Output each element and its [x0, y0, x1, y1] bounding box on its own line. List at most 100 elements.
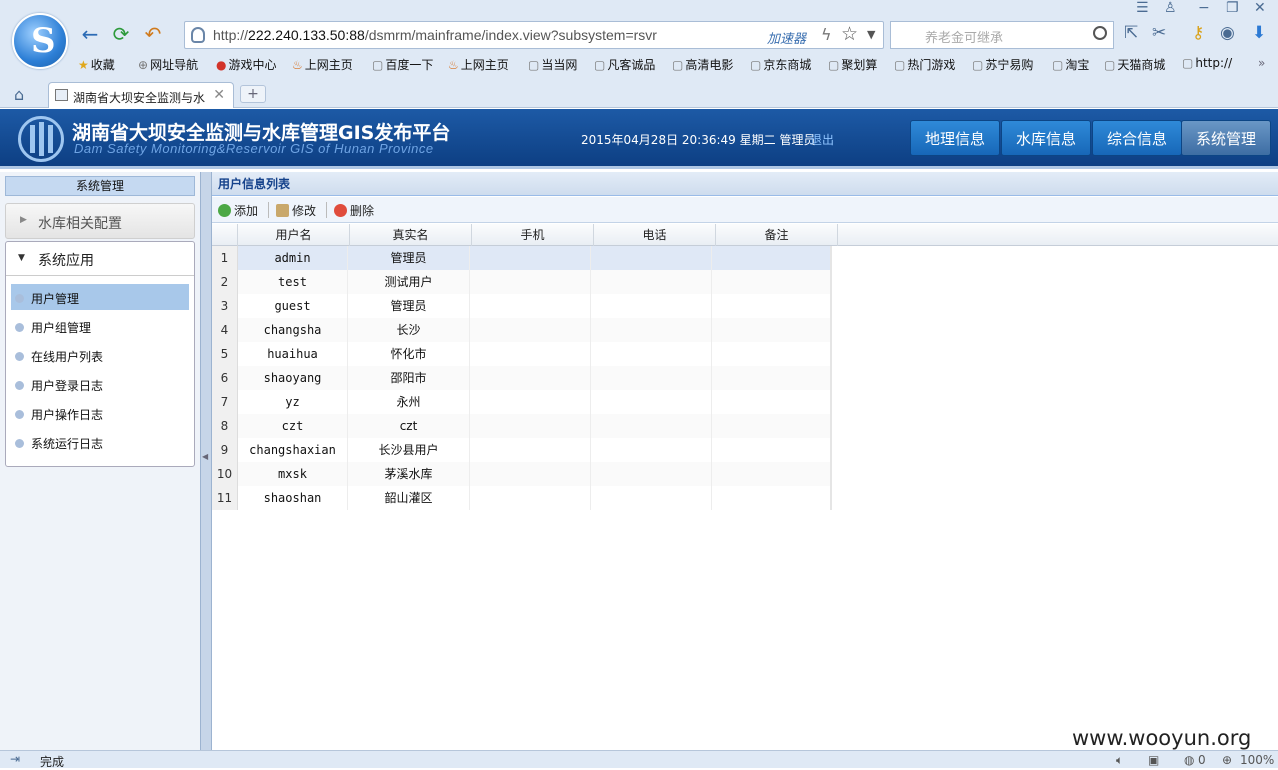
- nav-geo-info[interactable]: 地理信息: [910, 120, 1000, 156]
- bookmark-item[interactable]: ● 游戏中心: [216, 56, 277, 73]
- table-cell: guest: [238, 294, 348, 318]
- table-cell: [591, 390, 712, 414]
- table-row[interactable]: 5 huaihua 怀化市: [212, 342, 831, 366]
- zoom-icon[interactable]: ⊕: [1222, 753, 1232, 767]
- table-row[interactable]: 3 guest 管理员: [212, 294, 831, 318]
- browser-tab[interactable]: 湖南省大坝安全监测与水 ✕: [48, 82, 234, 108]
- table-cell: [712, 438, 831, 462]
- network-icon[interactable]: ▣: [1148, 753, 1159, 767]
- bookmark-item[interactable]: ▢ 天猫商城: [1104, 56, 1165, 73]
- skin-icon[interactable]: ♙: [1164, 0, 1177, 16]
- bookmark-item[interactable]: ★ 收藏: [78, 56, 115, 73]
- key-icon[interactable]: ⚷: [1192, 23, 1204, 43]
- table-row[interactable]: 11 shaoshan 韶山灌区: [212, 486, 831, 510]
- zoom-level[interactable]: 100%: [1240, 753, 1274, 767]
- nav-reservoir-info[interactable]: 水库信息: [1001, 120, 1091, 156]
- accelerator-label[interactable]: 加速器: [767, 28, 806, 47]
- menu-system-log[interactable]: 系统运行日志: [11, 429, 189, 455]
- table-row[interactable]: 10 mxsk 茅溪水库: [212, 462, 831, 486]
- close-tab-icon[interactable]: ✕: [213, 87, 225, 103]
- back-arrow-icon[interactable]: ←: [78, 22, 102, 46]
- row-number: 5: [212, 342, 238, 366]
- table-row[interactable]: 1 admin 管理员: [212, 246, 831, 270]
- column-header[interactable]: 电话: [594, 224, 716, 246]
- home-icon[interactable]: ⌂: [14, 85, 24, 104]
- table-cell: [591, 246, 712, 270]
- table-row[interactable]: 2 test 测试用户: [212, 270, 831, 294]
- datetime-user: 2015年04月28日 20:36:49 星期二 管理员: [581, 133, 816, 147]
- volume-icon[interactable]: 🔈︎: [1116, 753, 1123, 768]
- bookmark-item[interactable]: ▢ 苏宁易购: [972, 56, 1033, 73]
- bookmark-item[interactable]: ▢ 百度一下: [372, 56, 433, 73]
- bookmark-item[interactable]: ▢ 当当网: [528, 56, 577, 73]
- more-bookmarks-icon[interactable]: »: [1258, 56, 1265, 70]
- browser-logo: S: [12, 13, 68, 69]
- table-cell: shaoshan: [238, 486, 348, 510]
- status-bar: ⇥ 完成 🔈︎ ▣ ◍ 0 ⊕ 100%: [0, 750, 1278, 769]
- menu-icon[interactable]: ☰: [1136, 0, 1149, 16]
- restore-icon[interactable]: ❐: [1226, 0, 1239, 16]
- column-header[interactable]: 备注: [716, 224, 838, 246]
- table-cell: [712, 366, 831, 390]
- chat-icon[interactable]: ◉: [1220, 23, 1235, 43]
- home-share-icon[interactable]: ⇱: [1124, 23, 1138, 43]
- accordion-reservoir-config[interactable]: ▶ 水库相关配置: [5, 203, 195, 239]
- row-number: 6: [212, 366, 238, 390]
- bookmark-item[interactable]: ▢ 凡客诚品: [594, 56, 655, 73]
- table-cell: 韶山灌区: [348, 486, 470, 510]
- refresh-icon[interactable]: ⟳: [109, 22, 133, 46]
- bolt-icon[interactable]: ϟ: [821, 25, 832, 44]
- scissors-icon[interactable]: ✂: [1152, 23, 1166, 43]
- bookmark-item[interactable]: ▢ 京东商城: [750, 56, 811, 73]
- accordion-header[interactable]: ▼ 系统应用: [6, 242, 194, 276]
- edit-button[interactable]: 修改: [276, 202, 316, 219]
- bookmark-item[interactable]: ▢ 聚划算: [828, 56, 877, 73]
- column-header[interactable]: 用户名: [238, 224, 350, 246]
- column-header[interactable]: 真实名: [350, 224, 472, 246]
- minimize-icon[interactable]: −: [1198, 0, 1210, 16]
- table-row[interactable]: 6 shaoyang 邵阳市: [212, 366, 831, 390]
- menu-user-management[interactable]: 用户管理: [11, 284, 189, 310]
- logout-link[interactable]: 退出: [810, 131, 834, 148]
- search-icon[interactable]: [1093, 26, 1107, 40]
- close-icon[interactable]: ✕: [1254, 0, 1266, 16]
- nav-comprehensive-info[interactable]: 综合信息: [1092, 120, 1182, 156]
- table-cell: 管理员: [348, 246, 470, 270]
- sidebar-toggle-icon[interactable]: ⇥: [10, 752, 20, 766]
- column-header[interactable]: 手机: [472, 224, 594, 246]
- bookmark-item[interactable]: ▢ 淘宝: [1052, 56, 1089, 73]
- adblock-icon[interactable]: ◍: [1184, 753, 1194, 767]
- menu-login-log[interactable]: 用户登录日志: [11, 371, 189, 397]
- address-bar[interactable]: http://222.240.133.50:88/dsmrm/mainframe…: [184, 21, 884, 49]
- star-icon[interactable]: ☆: [841, 23, 858, 45]
- download-icon[interactable]: ⬇: [1252, 23, 1266, 43]
- bullet-icon: [15, 439, 24, 448]
- collapse-left-icon[interactable]: ◀: [202, 452, 208, 461]
- bookmark-item[interactable]: ♨ 上网主页: [448, 56, 509, 73]
- bookmark-item[interactable]: ▢ http://: [1182, 56, 1232, 70]
- add-button[interactable]: 添加: [218, 202, 258, 219]
- bookmark-item[interactable]: ▢ 热门游戏: [894, 56, 955, 73]
- table-cell: [712, 342, 831, 366]
- table-cell: huaihua: [238, 342, 348, 366]
- panel-splitter[interactable]: ◀: [200, 172, 212, 750]
- new-tab-button[interactable]: +: [240, 85, 266, 103]
- undo-icon[interactable]: ↶: [141, 22, 165, 46]
- nav-system-management[interactable]: 系统管理: [1181, 120, 1271, 156]
- table-row[interactable]: 4 changsha 长沙: [212, 318, 831, 342]
- delete-button[interactable]: 删除: [334, 202, 374, 219]
- bookmark-item[interactable]: ♨ 上网主页: [292, 56, 353, 73]
- table-row[interactable]: 8 czt czt: [212, 414, 831, 438]
- table-cell: czt: [348, 414, 470, 438]
- menu-operation-log[interactable]: 用户操作日志: [11, 400, 189, 426]
- menu-user-group-management[interactable]: 用户组管理: [11, 313, 189, 339]
- chevron-down-icon[interactable]: ▼: [867, 28, 875, 41]
- bookmark-item[interactable]: ▢ 高清电影: [672, 56, 733, 73]
- table-row[interactable]: 9 changshaxian 长沙县用户: [212, 438, 831, 462]
- table-row[interactable]: 7 yz 永州: [212, 390, 831, 414]
- search-input[interactable]: 养老金可继承: [890, 21, 1114, 49]
- menu-online-users[interactable]: 在线用户列表: [11, 342, 189, 368]
- table-cell: [470, 390, 591, 414]
- bookmark-item[interactable]: ⊕ 网址导航: [138, 56, 198, 73]
- row-number: 4: [212, 318, 238, 342]
